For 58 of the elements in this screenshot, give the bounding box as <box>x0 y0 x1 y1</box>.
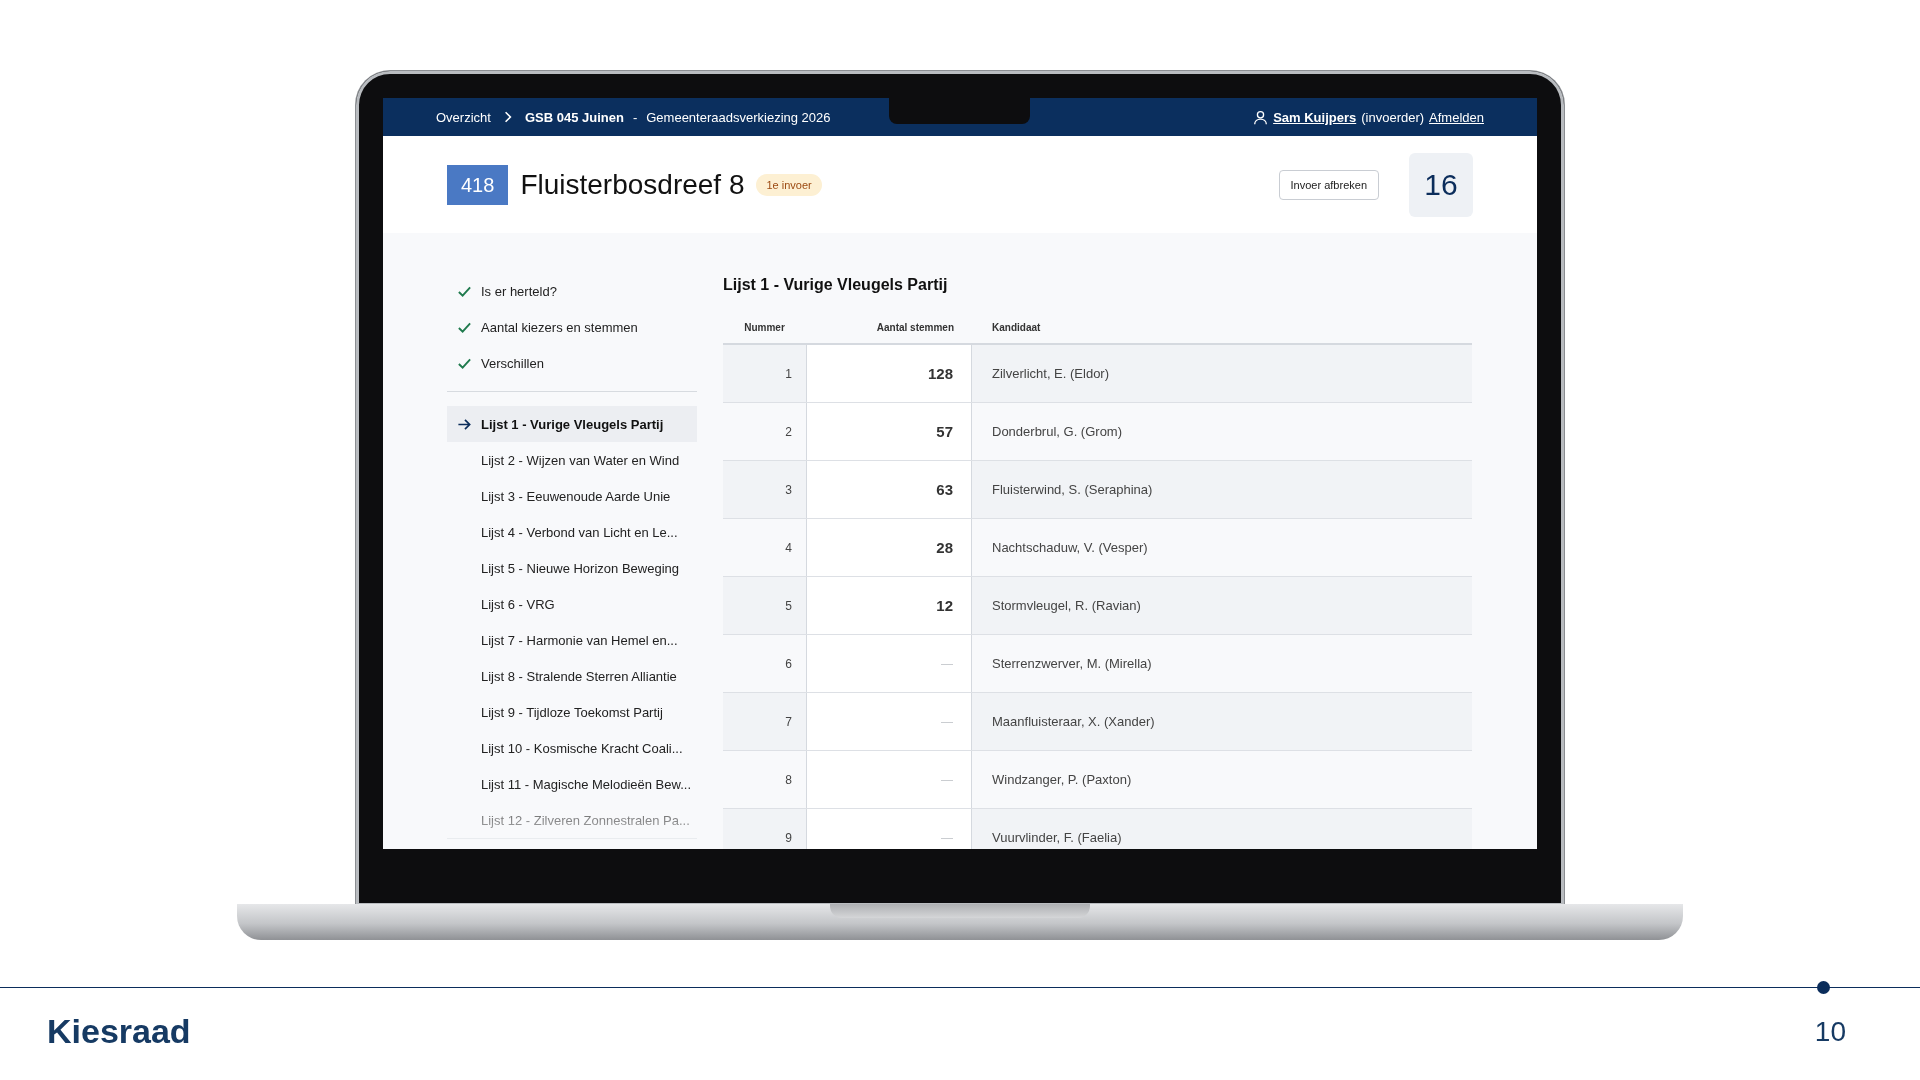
entry-badge: 1e invoer <box>756 173 822 196</box>
election-name: Gemeenteraadsverkiezing 2026 <box>646 109 831 125</box>
list-nav-item[interactable]: Lijst 8 - Stralende Sterren Alliantie <box>447 658 697 694</box>
list-nav-item[interactable]: Lijst 6 - VRG <box>447 586 697 622</box>
step-item[interactable]: Verschillen <box>447 345 697 381</box>
candidate-cell: Fluisterwind, S. (Seraphina) <box>972 461 1472 518</box>
votes-field[interactable]: 57 <box>806 403 972 460</box>
list-nav-item[interactable]: Lijst 1 - Vurige Vleugels Partij <box>447 406 697 442</box>
candidate-cell: Maanfluisteraar, X. (Xander) <box>972 693 1472 750</box>
column-header: Aantal stemmen <box>875 322 955 333</box>
number-cell: 3 <box>723 461 806 518</box>
user-icon <box>1253 109 1269 125</box>
logo: Kiesraad <box>47 1012 191 1051</box>
step-item[interactable]: Aantal kiezers en stemmen <box>447 309 697 345</box>
page-number: 10 <box>1814 1015 1846 1048</box>
candidate-cell-text: Sterrenzwerver, M. (Mirella) <box>991 655 1153 673</box>
list-nav-item[interactable]: Lijst 9 - Tijdloze Toekomst Partij <box>447 694 697 730</box>
logout-link[interactable]: Afmelden <box>1429 109 1484 125</box>
number-cell-text: 4 <box>784 539 793 557</box>
candidate-cell: Vuurvlinder, F. (Faelia) <box>972 809 1472 849</box>
number-cell: 9 <box>723 809 806 849</box>
list-nav-item[interactable]: Lijst 11 - Magische Melodieën Bew... <box>447 766 697 802</box>
number-cell-text: 2 <box>784 423 793 441</box>
user-name-link[interactable]: Sam Kuijpers <box>1273 109 1357 125</box>
candidate-cell: Zilverlicht, E. (Eldor) <box>972 345 1472 402</box>
page-title: Fluisterbosdreef 8 <box>520 168 745 201</box>
column-header: Nummer <box>743 322 786 333</box>
breadcrumb-link[interactable]: Overzicht <box>436 109 491 125</box>
column-header: Kandidaat <box>991 322 1042 333</box>
votes-field[interactable]: 63 <box>806 461 972 518</box>
number-cell-text: 8 <box>784 771 793 789</box>
votes-field[interactable]: 128 <box>806 345 972 402</box>
breadcrumb-separator: - <box>632 109 638 125</box>
section-title: Lijst 1 - Vurige Vleugels Partij <box>723 275 949 295</box>
counter-box: 16 <box>1409 152 1473 217</box>
list-nav-item[interactable]: Lijst 3 - Eeuwenoude Aarde Unie <box>447 478 697 514</box>
breadcrumb-current: GSB 045 Juinen <box>524 109 624 125</box>
step-item[interactable]: Is er herteld? <box>447 273 697 309</box>
number-cell-text: 6 <box>784 655 793 673</box>
list-nav-item[interactable]: Lijst 4 - Verbond van Licht en Le... <box>447 514 697 550</box>
list-nav-item[interactable]: Lijst 2 - Wijzen van Water en Wind <box>447 442 697 478</box>
list-nav-item[interactable]: Lijst 7 - Harmonie van Hemel en... <box>447 622 697 658</box>
candidate-cell-text: Windzanger, P. (Paxton) <box>991 771 1133 789</box>
number-cell: 1 <box>723 345 806 402</box>
arrow-right-icon <box>457 416 472 432</box>
abort-entry-button[interactable]: Invoer afbreken <box>1278 169 1379 200</box>
list-nav-item[interactable]: Lijst 10 - Kosmische Kracht Coali... <box>447 730 697 766</box>
candidate-cell: Stormvleugel, R. (Ravian) <box>972 577 1472 634</box>
chevron-right-icon <box>503 111 512 123</box>
candidate-cell-text: Nachtschaduw, V. (Vesper) <box>991 539 1149 557</box>
number-cell: 7 <box>723 693 806 750</box>
candidate-cell-text: Donderbrul, G. (Grom) <box>991 423 1124 441</box>
user-role: (invoerder) <box>1361 109 1425 125</box>
votes-field[interactable]: 28 <box>806 519 972 576</box>
number-cell: 5 <box>723 577 806 634</box>
station-number-badge: 418 <box>447 164 509 205</box>
votes-field[interactable]: 12 <box>806 577 972 634</box>
list-nav-item[interactable]: Lijst 5 - Nieuwe Horizon Beweging <box>447 550 697 586</box>
